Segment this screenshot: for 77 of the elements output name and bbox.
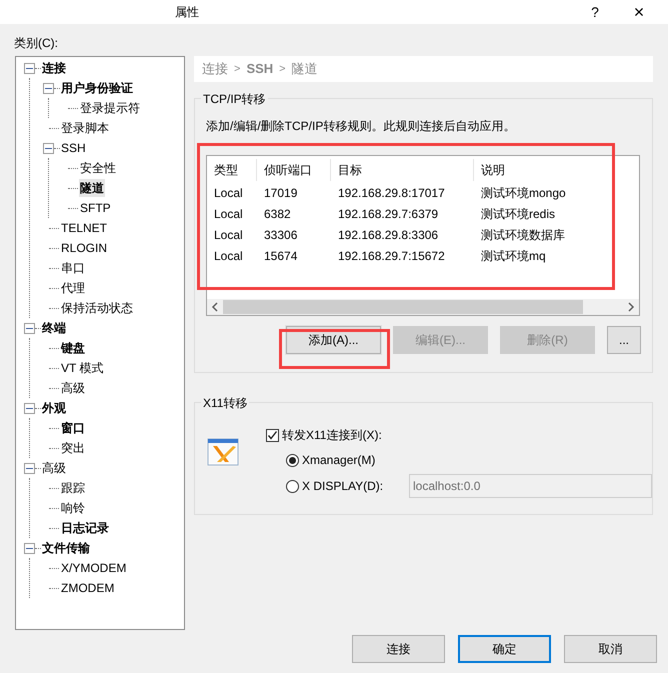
table-cell-text: Local: [213, 184, 244, 202]
horizontal-scrollbar[interactable]: [207, 299, 639, 315]
tree-item[interactable]: RLOGIN: [60, 239, 108, 257]
column-header[interactable]: 说明: [474, 158, 624, 180]
table-cell-text: 15674: [263, 248, 298, 264]
table-cell-text: 192.168.29.7:15672: [337, 248, 446, 264]
table-cell-text: 17019: [263, 184, 298, 202]
table-cell-text: 6382: [263, 206, 292, 222]
table-cell-text: 33306: [263, 226, 298, 244]
tree-item[interactable]: 跟踪: [60, 479, 86, 497]
column-header[interactable]: 目标: [331, 158, 474, 180]
help-button[interactable]: ?: [580, 2, 610, 22]
radio-button[interactable]: [286, 454, 299, 466]
tree-item[interactable]: 代理: [60, 279, 86, 297]
action-button[interactable]: ...: [607, 326, 641, 354]
table-cell-text: 192.168.29.7:6379: [337, 206, 440, 222]
tree-item[interactable]: 高级: [41, 459, 67, 477]
table-cell-text: 192.168.29.8:17017: [337, 184, 446, 202]
table-cell-text: Local: [213, 226, 244, 244]
breadcrumb-separator: >: [234, 62, 240, 77]
collapse-icon[interactable]: [24, 402, 35, 414]
collapse-icon[interactable]: [43, 142, 54, 154]
category-label: 类别(C):: [14, 36, 58, 50]
collapse-icon[interactable]: [24, 542, 35, 554]
dialog-button[interactable]: 取消: [564, 635, 657, 663]
group-legend: TCP/IP转移: [201, 90, 268, 108]
close-button[interactable]: ×: [624, 3, 654, 21]
tree-item[interactable]: 高级: [60, 379, 86, 397]
tree-item[interactable]: SFTP: [79, 199, 112, 217]
column-header[interactable]: 侦听端口: [257, 158, 331, 180]
tree-item[interactable]: X/YMODEM: [60, 559, 128, 577]
collapse-icon[interactable]: [43, 82, 54, 94]
tree-item[interactable]: 突出: [60, 439, 86, 457]
table-cell-text: Local: [213, 248, 244, 264]
window-title: 属性: [175, 4, 199, 21]
table-cell-text: 测试环境mq: [480, 248, 547, 264]
column-header[interactable]: 类型: [207, 158, 257, 180]
checkbox-label: 转发X11连接到(X):: [282, 427, 382, 444]
radio-label: X DISPLAY(D):: [302, 478, 384, 495]
breadcrumb-item[interactable]: 隧道: [292, 59, 318, 79]
radio-label: Xmanager(M): [302, 452, 376, 469]
scrollbar-thumb[interactable]: [223, 300, 583, 314]
tree-item[interactable]: 日志记录: [60, 519, 110, 537]
tree-item[interactable]: TELNET: [60, 219, 108, 237]
tree-item[interactable]: SSH: [60, 139, 87, 157]
tree-item[interactable]: 串口: [60, 259, 86, 277]
xmanager-logo-icon: [207, 438, 239, 467]
tree-item[interactable]: 隧道: [79, 179, 105, 197]
tree-item[interactable]: 终端: [41, 319, 67, 337]
table-cell-text: 测试环境mongo: [480, 184, 567, 202]
table-cell-text: 192.168.29.8:3306: [337, 226, 440, 244]
tree-item[interactable]: 窗口: [60, 419, 86, 437]
tree-item[interactable]: 响铃: [60, 499, 86, 517]
checkbox[interactable]: [266, 428, 279, 442]
tree-item[interactable]: 登录脚本: [60, 119, 110, 137]
tree-item[interactable]: 文件传输: [41, 539, 91, 557]
breadcrumb-separator: >: [279, 62, 286, 77]
group-legend: X11转移: [201, 394, 250, 412]
tree-item[interactable]: 登录提示符: [79, 99, 141, 117]
collapse-icon[interactable]: [24, 322, 35, 334]
table-cell-text: 测试环境数据库: [480, 226, 566, 244]
tree-item[interactable]: 安全性: [79, 159, 117, 177]
tree-item[interactable]: 键盘: [60, 339, 86, 357]
table-cell-text: Local: [213, 206, 244, 222]
collapse-icon[interactable]: [24, 62, 35, 74]
tree-item[interactable]: VT 模式: [60, 359, 104, 377]
collapse-icon[interactable]: [24, 462, 35, 474]
dialog-button[interactable]: 确定: [458, 635, 551, 663]
description-text: 添加/编辑/删除TCP/IP转移规则。此规则连接后自动应用。: [206, 119, 516, 133]
radio-button[interactable]: [286, 480, 299, 492]
tree-item[interactable]: 外观: [41, 399, 67, 417]
tree-item[interactable]: 连接: [41, 59, 67, 77]
tree-item[interactable]: 用户身份验证: [60, 79, 134, 97]
tree-item[interactable]: ZMODEM: [60, 579, 116, 597]
dialog-button[interactable]: 连接: [352, 635, 445, 663]
table-cell-text: 测试环境redis: [480, 206, 556, 222]
tree-item[interactable]: 保持活动状态: [60, 299, 134, 317]
